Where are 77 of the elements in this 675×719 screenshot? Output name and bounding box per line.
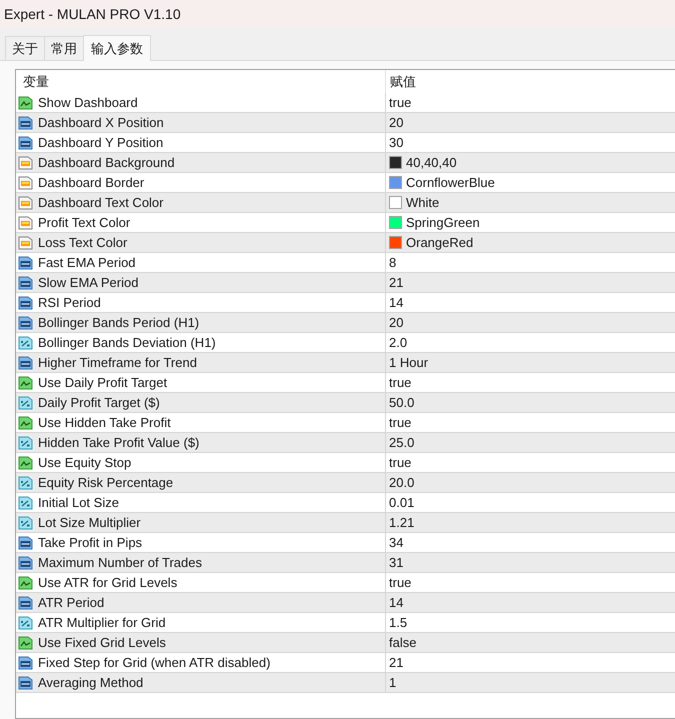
parameter-name: Fixed Step for Grid (when ATR disabled) bbox=[38, 654, 270, 672]
parameter-value[interactable]: 14 bbox=[389, 292, 404, 312]
parameter-name: Equity Risk Percentage bbox=[38, 474, 174, 492]
parameter-name: Show Dashboard bbox=[38, 94, 138, 112]
parameter-name: Slow EMA Period bbox=[38, 274, 138, 292]
parameter-value[interactable]: 14 bbox=[389, 592, 404, 612]
chart-line-icon bbox=[18, 376, 33, 390]
parameter-value[interactable]: 40,40,40 bbox=[406, 152, 457, 172]
tab[interactable]: 输入参数 bbox=[83, 35, 151, 61]
parameter-name: Dashboard Text Color bbox=[38, 194, 164, 212]
parameter-value[interactable]: 25.0 bbox=[389, 432, 414, 452]
parameter-name: Take Profit in Pips bbox=[38, 534, 142, 552]
fraction-icon bbox=[18, 336, 33, 350]
parameter-name: Initial Lot Size bbox=[38, 494, 119, 512]
fraction-icon bbox=[18, 436, 33, 450]
parameter-name: Use Equity Stop bbox=[38, 454, 132, 472]
parameter-name: Dashboard Border bbox=[38, 174, 144, 192]
parameter-name: ATR Period bbox=[38, 594, 104, 612]
chart-line-icon bbox=[18, 416, 33, 430]
parameter-value[interactable]: 2.0 bbox=[389, 332, 408, 352]
parameter-name: Use Daily Profit Target bbox=[38, 374, 168, 392]
parameter-value[interactable]: true bbox=[389, 372, 412, 392]
parameter-value[interactable]: 20.0 bbox=[389, 472, 414, 492]
parameter-name: Daily Profit Target ($) bbox=[38, 394, 160, 412]
parameter-name: Dashboard Background bbox=[38, 154, 175, 172]
parameter-name: Dashboard Y Position bbox=[38, 134, 164, 152]
parameter-value[interactable]: SpringGreen bbox=[406, 212, 480, 232]
chart-line-icon bbox=[18, 576, 33, 590]
parameter-value[interactable]: 1.21 bbox=[389, 512, 414, 532]
parameter-value[interactable]: 1 Hour bbox=[389, 352, 428, 372]
parameter-name: Higher Timeframe for Trend bbox=[38, 354, 197, 372]
parameter-value[interactable]: White bbox=[406, 192, 440, 212]
parameter-name: Bollinger Bands Deviation (H1) bbox=[38, 334, 216, 352]
parameter-value[interactable]: 30 bbox=[389, 132, 404, 152]
parameter-value[interactable]: true bbox=[389, 452, 412, 472]
parameter-name: ATR Multiplier for Grid bbox=[38, 614, 166, 632]
chart-line-icon bbox=[18, 636, 33, 650]
chart-line-icon bbox=[18, 96, 33, 110]
parameter-value[interactable]: 20 bbox=[389, 112, 404, 132]
parameter-value[interactable]: 21 bbox=[389, 272, 404, 292]
fraction-icon bbox=[18, 616, 33, 630]
parameter-name: Profit Text Color bbox=[38, 214, 130, 232]
parameter-value[interactable]: 8 bbox=[389, 252, 396, 272]
fraction-icon bbox=[18, 516, 33, 530]
parameter-name: Loss Text Color bbox=[38, 234, 128, 252]
column-header[interactable]: 赋值 bbox=[386, 70, 675, 93]
parameter-name: Lot Size Multiplier bbox=[38, 514, 141, 532]
parameter-name: Dashboard X Position bbox=[38, 114, 164, 132]
fraction-icon bbox=[18, 396, 33, 410]
parameter-value[interactable]: 50.0 bbox=[389, 392, 414, 412]
parameter-value[interactable]: true bbox=[389, 92, 412, 112]
parameter-value[interactable]: 21 bbox=[389, 652, 404, 672]
parameter-value[interactable]: 31 bbox=[389, 552, 404, 572]
parameter-value[interactable]: 34 bbox=[389, 532, 404, 552]
parameter-value[interactable]: true bbox=[389, 412, 412, 432]
parameter-value[interactable]: 20 bbox=[389, 312, 404, 332]
parameter-name: Use Hidden Take Profit bbox=[38, 414, 171, 432]
parameter-name: Hidden Take Profit Value ($) bbox=[38, 434, 200, 452]
parameter-name: Bollinger Bands Period (H1) bbox=[38, 314, 200, 332]
parameter-name: Use ATR for Grid Levels bbox=[38, 574, 178, 592]
chart-line-icon bbox=[18, 456, 33, 470]
parameter-value[interactable]: false bbox=[389, 632, 416, 652]
parameter-name: Maximum Number of Trades bbox=[38, 554, 202, 572]
parameter-name: Fast EMA Period bbox=[38, 254, 136, 272]
parameter-name: RSI Period bbox=[38, 294, 101, 312]
parameter-value[interactable]: true bbox=[389, 572, 412, 592]
parameter-value[interactable]: 1.5 bbox=[389, 612, 408, 632]
parameter-value[interactable]: OrangeRed bbox=[406, 232, 474, 252]
fraction-icon bbox=[18, 496, 33, 510]
parameter-value[interactable]: CornflowerBlue bbox=[406, 172, 495, 192]
parameter-name: Use Fixed Grid Levels bbox=[38, 634, 166, 652]
fraction-icon bbox=[18, 476, 33, 490]
parameter-name: Averaging Method bbox=[38, 674, 144, 692]
window-title: Expert - MULAN PRO V1.10 bbox=[4, 4, 181, 24]
tab[interactable]: 关于 bbox=[5, 36, 45, 60]
parameter-value[interactable]: 1 bbox=[389, 672, 396, 692]
parameter-value[interactable]: 0.01 bbox=[389, 492, 414, 512]
